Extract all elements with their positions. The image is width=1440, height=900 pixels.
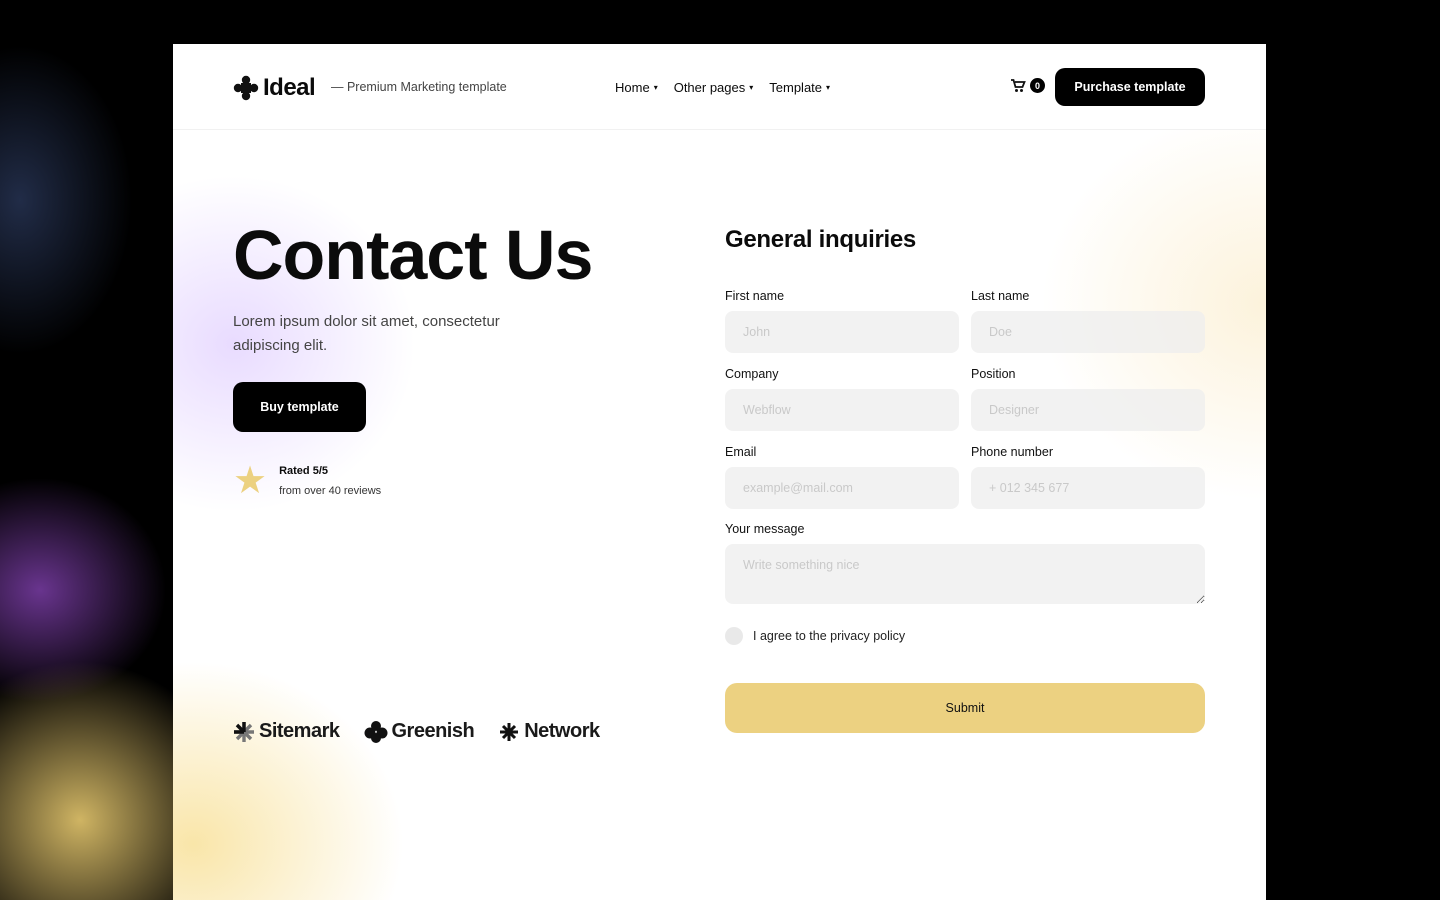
brand-network: Network <box>498 720 600 743</box>
brand-name: Sitemark <box>259 720 340 742</box>
logo[interactable]: Ideal <box>233 74 316 102</box>
logo-text: Ideal <box>263 74 316 101</box>
last-name-field-group: Last name <box>971 289 1205 353</box>
phone-label: Phone number <box>971 445 1054 459</box>
first-name-label: First name <box>725 289 785 303</box>
rating-text: Rated 5/5 from over 40 reviews <box>279 465 381 497</box>
menu-item-template[interactable]: Template ▾ <box>769 80 830 95</box>
last-name-label: Last name <box>971 289 1030 303</box>
email-label: Email <box>725 445 757 459</box>
chevron-down-icon: ▾ <box>826 83 831 92</box>
main-menu: Home ▾ Other pages ▾ Template ▾ <box>615 80 830 95</box>
phone-field-group: Phone number <box>971 445 1205 509</box>
last-name-input[interactable] <box>971 311 1205 353</box>
menu-item-label: Other pages <box>673 80 746 95</box>
message-field-group: Your message <box>725 522 1205 609</box>
star-icon: ★ <box>233 460 268 502</box>
privacy-label: I agree to the privacy policy <box>753 629 906 643</box>
buy-template-button[interactable]: Buy template <box>233 382 366 432</box>
brand-name: Network <box>524 720 600 742</box>
company-label: Company <box>725 367 779 381</box>
menu-item-label: Template <box>769 80 823 95</box>
position-field-group: Position <box>971 367 1205 431</box>
cart-button[interactable]: 0 <box>1011 78 1045 93</box>
purchase-template-button[interactable]: Purchase template <box>1055 68 1205 106</box>
rating-subtitle: from over 40 reviews <box>279 485 382 497</box>
menu-item-other-pages[interactable]: Other pages ▾ <box>674 80 754 95</box>
company-field-group: Company <box>725 367 959 431</box>
rating-title: Rated 5/5 <box>279 465 328 477</box>
sitemark-icon <box>234 721 254 742</box>
brand-name: Greenish <box>391 720 475 742</box>
form-title: General inquiries <box>725 226 916 253</box>
company-input[interactable] <box>725 389 959 431</box>
position-input[interactable] <box>971 389 1205 431</box>
hero-subtitle: Lorem ipsum dolor sit amet, consectetur … <box>233 313 500 354</box>
message-label: Your message <box>725 522 805 536</box>
privacy-checkbox[interactable] <box>725 627 743 645</box>
tagline: — Premium Marketing template <box>331 80 507 94</box>
chevron-down-icon: ▾ <box>749 83 754 92</box>
privacy-agree[interactable]: I agree to the privacy policy <box>725 627 905 645</box>
cart-count-badge: 0 <box>1030 78 1045 93</box>
phone-input[interactable] <box>971 467 1205 509</box>
menu-item-label: Home <box>615 80 650 95</box>
rating: ★ Rated 5/5 from over 40 reviews <box>233 462 381 500</box>
network-icon <box>500 722 519 741</box>
first-name-input[interactable] <box>725 311 959 353</box>
menu-item-home[interactable]: Home ▾ <box>615 80 658 95</box>
brand-sitemark: Sitemark <box>233 720 340 743</box>
brand-logos: Sitemark Greenish Network <box>233 720 600 743</box>
navbar: Ideal — Premium Marketing template Home … <box>173 44 1266 130</box>
submit-button[interactable]: Submit <box>725 683 1205 733</box>
page: Ideal — Premium Marketing template Home … <box>173 44 1266 900</box>
logo-mark-icon <box>233 75 259 101</box>
email-input[interactable] <box>725 467 959 509</box>
greenish-icon <box>364 720 387 743</box>
position-label: Position <box>971 367 1016 381</box>
cart-icon <box>1011 78 1026 92</box>
first-name-field-group: First name <box>725 289 959 353</box>
chevron-down-icon: ▾ <box>653 83 658 92</box>
email-field-group: Email <box>725 445 959 509</box>
message-textarea[interactable] <box>725 544 1205 604</box>
page-title: Contact Us <box>233 216 593 294</box>
brand-greenish: Greenish <box>364 720 475 743</box>
